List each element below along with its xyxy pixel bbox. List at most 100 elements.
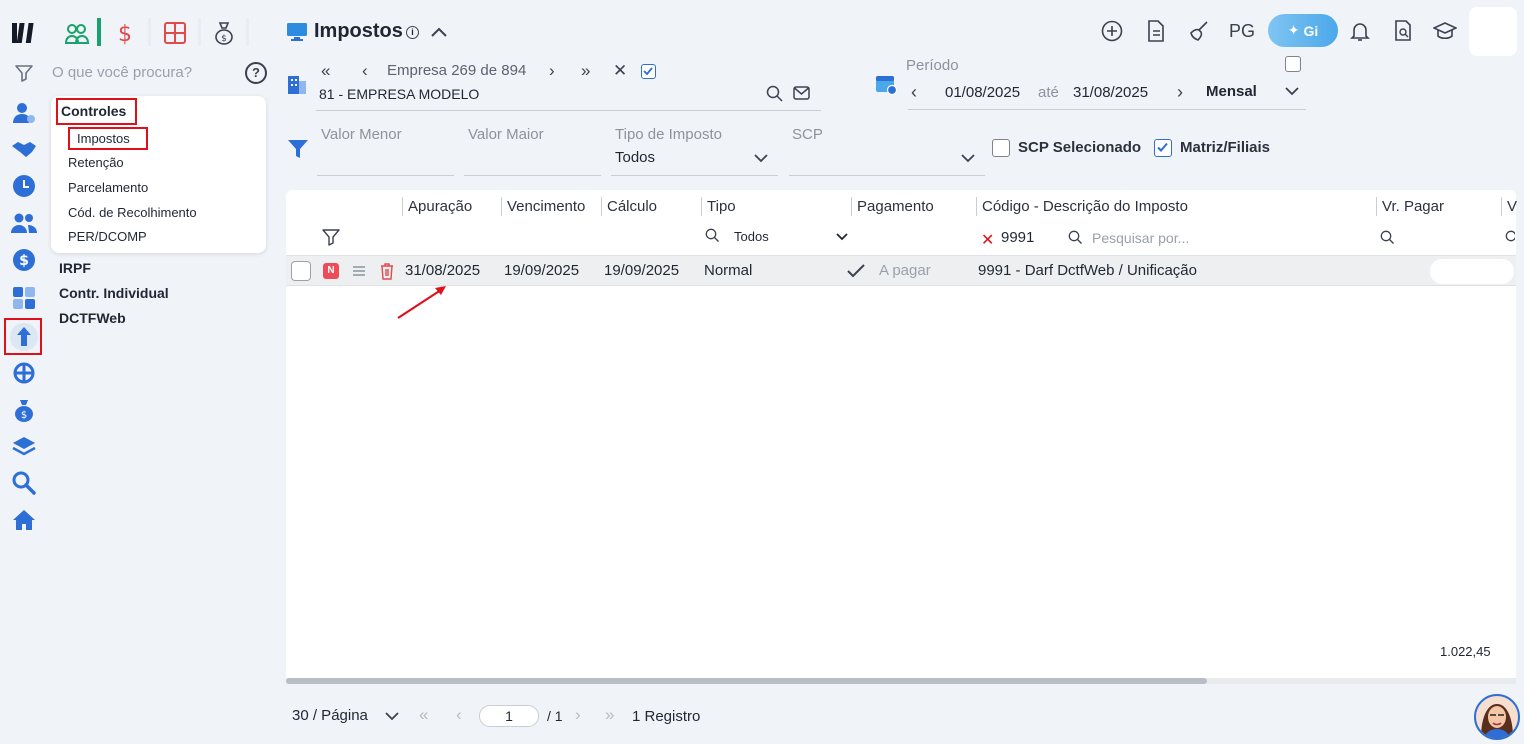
money-bag-module-icon[interactable]: $ — [211, 20, 237, 46]
last-company-button[interactable]: » — [581, 61, 590, 81]
chevron-down-icon[interactable] — [836, 233, 848, 241]
user-settings-icon[interactable] — [11, 100, 37, 126]
menu-item-cod-recolhimento[interactable]: Cód. de Recolhimento — [68, 205, 197, 220]
prev-page-button[interactable]: ‹ — [456, 705, 462, 725]
page-input[interactable]: 1 — [479, 705, 539, 727]
calculator-module-icon[interactable] — [162, 20, 188, 46]
home-icon[interactable] — [11, 507, 37, 533]
help-icon[interactable]: ? — [245, 62, 267, 84]
column-separator — [701, 197, 702, 216]
assistant-avatar[interactable] — [1474, 694, 1520, 740]
first-page-button[interactable]: « — [419, 705, 428, 725]
filter-funnel-icon[interactable] — [287, 138, 309, 160]
menu-item-dctfweb[interactable]: DCTFWeb — [59, 310, 126, 326]
company-checkbox[interactable] — [641, 64, 656, 79]
cell-codigo: 9991 - Darf DctfWeb / Unificação — [978, 262, 1197, 279]
col-vencimento[interactable]: Vencimento — [507, 198, 585, 215]
horizontal-scrollbar-thumb[interactable] — [286, 678, 1207, 684]
search-input[interactable]: O que você procura? — [52, 64, 192, 81]
table-row[interactable]: N 31/08/2025 19/09/2025 19/09/2025 Norma… — [286, 255, 1516, 286]
search-icon[interactable] — [11, 470, 37, 496]
col-apuracao[interactable]: Apuração — [408, 198, 472, 215]
search-icon[interactable] — [1380, 230, 1395, 245]
avatar-placeholder[interactable] — [1469, 7, 1517, 56]
clock-icon[interactable] — [11, 173, 37, 199]
menu-section-title[interactable]: Controles — [61, 103, 126, 119]
app-logo-icon[interactable] — [11, 20, 37, 46]
chevron-up-icon[interactable] — [430, 24, 448, 40]
row-checkbox[interactable] — [291, 261, 311, 281]
search-icon — [705, 228, 720, 243]
scp-selecionado-checkbox[interactable] — [992, 139, 1010, 157]
col-codigo-descricao[interactable]: Código - Descrição do Imposto — [982, 198, 1188, 215]
prev-period-button[interactable]: ‹ — [911, 82, 917, 103]
chevron-down-icon[interactable] — [1284, 86, 1300, 96]
col-pagamento[interactable]: Pagamento — [857, 198, 934, 215]
bell-icon[interactable] — [1346, 17, 1374, 45]
menu-item-perdcomp[interactable]: PER/DCOMP — [68, 229, 147, 244]
drag-handle-icon[interactable] — [352, 265, 366, 277]
cell-pagamento: A pagar — [879, 262, 931, 279]
people-module-icon[interactable] — [64, 20, 90, 46]
period-end[interactable]: 31/08/2025 — [1073, 84, 1148, 101]
company-name[interactable]: 81 - EMPRESA MODELO — [319, 86, 479, 102]
per-page-select[interactable]: 30 / Página — [292, 707, 368, 724]
menu-item-impostos[interactable]: Impostos — [77, 131, 130, 146]
codigo-filter-value[interactable]: 9991 — [1001, 229, 1034, 246]
menu-item-retencao[interactable]: Retenção — [68, 155, 124, 170]
valor-menor-input[interactable] — [317, 175, 454, 176]
next-page-button[interactable]: › — [575, 705, 581, 725]
people-icon[interactable] — [11, 210, 37, 236]
filter-icon[interactable] — [11, 60, 37, 86]
chevron-down-icon[interactable] — [753, 153, 769, 163]
calculator-icon[interactable] — [11, 285, 37, 311]
search-icon[interactable] — [1505, 230, 1515, 245]
document-search-icon[interactable] — [1389, 17, 1417, 45]
codigo-search-input[interactable]: Pesquisar por... — [1092, 230, 1189, 246]
clear-filter-icon[interactable]: ✕ — [981, 230, 994, 250]
handshake-icon[interactable] — [11, 136, 37, 162]
valor-maior-input[interactable] — [464, 175, 601, 176]
period-start[interactable]: 01/08/2025 — [945, 84, 1020, 101]
broom-icon[interactable] — [1185, 17, 1213, 45]
pg-button[interactable]: PG — [1229, 21, 1255, 42]
tax-upload-icon[interactable] — [10, 323, 38, 351]
col-vr-pagar[interactable]: Vr. Pagar — [1382, 198, 1444, 215]
next-period-button[interactable]: › — [1177, 82, 1183, 103]
dollar-icon[interactable]: $ — [11, 247, 37, 273]
menu-item-contr-individual[interactable]: Contr. Individual — [59, 285, 169, 301]
next-company-button[interactable]: › — [549, 61, 555, 81]
last-page-button[interactable]: » — [605, 705, 614, 725]
col-calculo[interactable]: Cálculo — [607, 198, 657, 215]
tipo-filter-select[interactable]: Todos — [734, 229, 769, 244]
col-v[interactable]: V — [1507, 198, 1517, 215]
search-icon[interactable] — [766, 85, 783, 102]
money-bag-icon[interactable]: $ — [11, 397, 37, 423]
valor-maior-label: Valor Maior — [468, 126, 544, 143]
menu-item-parcelamento[interactable]: Parcelamento — [68, 180, 148, 195]
first-company-button[interactable]: « — [321, 61, 330, 81]
company-underline — [316, 110, 821, 111]
gi-assistant-button[interactable]: ✦ Gi — [1268, 14, 1338, 47]
matriz-filiais-checkbox[interactable] — [1154, 139, 1172, 157]
mail-icon[interactable] — [793, 86, 810, 101]
document-icon[interactable] — [1142, 17, 1170, 45]
dollar-module-icon[interactable]: $ — [112, 20, 138, 46]
add-circle-icon[interactable] — [1098, 17, 1126, 45]
tipo-imposto-select[interactable]: Todos — [615, 149, 655, 166]
chevron-down-icon[interactable] — [385, 712, 399, 721]
layers-icon[interactable] — [11, 434, 37, 460]
chevron-down-icon[interactable] — [960, 153, 976, 163]
row-filter-icon[interactable] — [322, 228, 340, 246]
close-icon[interactable]: ✕ — [613, 61, 627, 81]
menu-item-irpf[interactable]: IRPF — [59, 260, 91, 276]
network-icon[interactable] — [11, 360, 37, 386]
col-tipo[interactable]: Tipo — [707, 198, 736, 215]
prev-company-button[interactable]: ‹ — [362, 61, 368, 81]
scp-select[interactable] — [789, 175, 985, 176]
trash-icon[interactable] — [379, 262, 395, 280]
period-checkbox[interactable] — [1285, 56, 1301, 72]
graduation-cap-icon[interactable] — [1431, 17, 1459, 45]
period-mode-select[interactable]: Mensal — [1206, 83, 1257, 100]
info-icon[interactable]: i — [406, 26, 419, 39]
